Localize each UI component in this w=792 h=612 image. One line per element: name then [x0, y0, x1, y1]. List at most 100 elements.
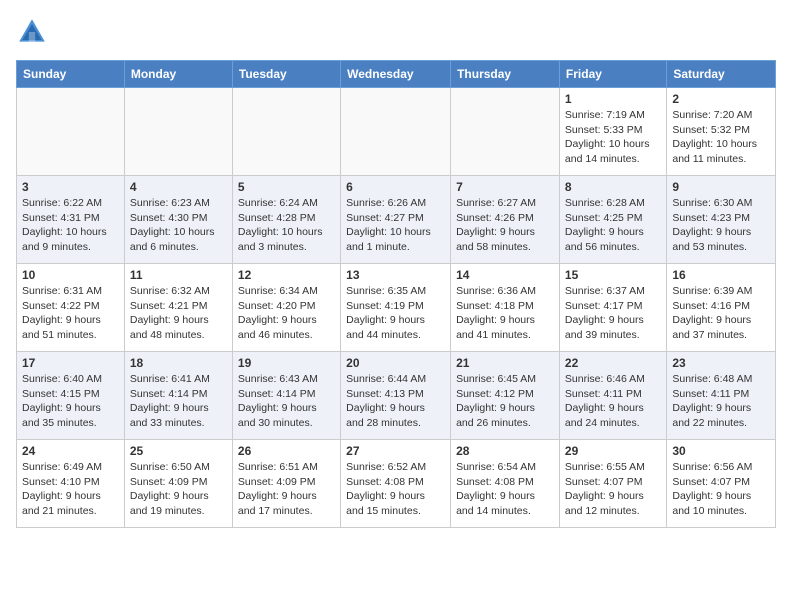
calendar: SundayMondayTuesdayWednesdayThursdayFrid… [16, 60, 776, 528]
day-number: 30 [672, 444, 770, 458]
day-cell: 26Sunrise: 6:51 AMSunset: 4:09 PMDayligh… [232, 440, 340, 528]
day-cell: 18 Sunrise: 6:41 AMSunset: 4:14 PMDayligh… [124, 352, 232, 440]
day-cell: 8 Sunrise: 6:28 AMSunset: 4:25 PMDaylight… [559, 176, 666, 264]
day-number: 6 [346, 180, 445, 194]
day-header-sunday: Sunday [17, 61, 125, 88]
day-cell: 21 Sunrise: 6:45 AMSunset: 4:12 PMDayligh… [451, 352, 560, 440]
day-number: 17 [22, 356, 119, 370]
day-cell: 4 Sunrise: 6:23 AMSunset: 4:30 PMDaylight… [124, 176, 232, 264]
day-cell: 2 Sunrise: 7:20 AMSunset: 5:32 PMDaylight… [667, 88, 776, 176]
day-cell: 1 Sunrise: 7:19 AMSunset: 5:33 PMDaylight… [559, 88, 666, 176]
day-detail: Sunrise: 6:55 AMSunset: 4:07 PMDaylight:… [565, 460, 661, 519]
day-cell: 13 Sunrise: 6:35 AMSunset: 4:19 PMDayligh… [341, 264, 451, 352]
day-cell: 6 Sunrise: 6:26 AMSunset: 4:27 PMDaylight… [341, 176, 451, 264]
header [16, 16, 776, 48]
day-number: 29 [565, 444, 661, 458]
day-cell: 7 Sunrise: 6:27 AMSunset: 4:26 PMDaylight… [451, 176, 560, 264]
day-detail: Sunrise: 6:37 AMSunset: 4:17 PMDaylight:… [565, 284, 661, 343]
day-detail: Sunrise: 6:26 AMSunset: 4:27 PMDaylight:… [346, 196, 445, 255]
day-number: 1 [565, 92, 661, 106]
day-cell: 25 Sunrise: 6:50 AMSunset: 4:09 PMDayligh… [124, 440, 232, 528]
day-detail: Sunrise: 6:35 AMSunset: 4:19 PMDaylight:… [346, 284, 445, 343]
day-cell: 20 Sunrise: 6:44 AMSunset: 4:13 PMDayligh… [341, 352, 451, 440]
day-header-tuesday: Tuesday [232, 61, 340, 88]
logo [16, 16, 52, 48]
day-number: 3 [22, 180, 119, 194]
day-number: 26 [238, 444, 335, 458]
day-cell: 9Sunrise: 6:30 AMSunset: 4:23 PMDaylight… [667, 176, 776, 264]
day-cell: 16 Sunrise: 6:39 AMSunset: 4:16 PMDayligh… [667, 264, 776, 352]
day-cell: 3 Sunrise: 6:22 AMSunset: 4:31 PMDaylight… [17, 176, 125, 264]
day-cell: 19Sunrise: 6:43 AMSunset: 4:14 PMDayligh… [232, 352, 340, 440]
day-number: 12 [238, 268, 335, 282]
day-cell: 17 Sunrise: 6:40 AMSunset: 4:15 PMDayligh… [17, 352, 125, 440]
day-detail: Sunrise: 6:49 AMSunset: 4:10 PMDaylight:… [22, 460, 119, 519]
day-detail: Sunrise: 6:40 AMSunset: 4:15 PMDaylight:… [22, 372, 119, 431]
day-number: 25 [130, 444, 227, 458]
day-cell: 10 Sunrise: 6:31 AMSunset: 4:22 PMDayligh… [17, 264, 125, 352]
day-detail: Sunrise: 6:39 AMSunset: 4:16 PMDaylight:… [672, 284, 770, 343]
day-cell [17, 88, 125, 176]
day-detail: Sunrise: 6:27 AMSunset: 4:26 PMDaylight:… [456, 196, 554, 255]
day-cell: 27 Sunrise: 6:52 AMSunset: 4:08 PMDayligh… [341, 440, 451, 528]
day-number: 28 [456, 444, 554, 458]
day-detail: Sunrise: 6:46 AMSunset: 4:11 PMDaylight:… [565, 372, 661, 431]
day-number: 22 [565, 356, 661, 370]
day-number: 21 [456, 356, 554, 370]
day-detail: Sunrise: 6:45 AMSunset: 4:12 PMDaylight:… [456, 372, 554, 431]
days-of-week-row: SundayMondayTuesdayWednesdayThursdayFrid… [17, 61, 776, 88]
day-cell: 5Sunrise: 6:24 AMSunset: 4:28 PMDaylight… [232, 176, 340, 264]
day-cell: 24 Sunrise: 6:49 AMSunset: 4:10 PMDayligh… [17, 440, 125, 528]
day-number: 24 [22, 444, 119, 458]
calendar-body: 1 Sunrise: 7:19 AMSunset: 5:33 PMDaylight… [17, 88, 776, 528]
week-row-1: 3 Sunrise: 6:22 AMSunset: 4:31 PMDaylight… [17, 176, 776, 264]
day-number: 13 [346, 268, 445, 282]
day-cell: 22 Sunrise: 6:46 AMSunset: 4:11 PMDayligh… [559, 352, 666, 440]
day-number: 11 [130, 268, 227, 282]
week-row-2: 10 Sunrise: 6:31 AMSunset: 4:22 PMDayligh… [17, 264, 776, 352]
day-detail: Sunrise: 6:28 AMSunset: 4:25 PMDaylight:… [565, 196, 661, 255]
day-detail: Sunrise: 7:20 AMSunset: 5:32 PMDaylight:… [672, 108, 770, 167]
day-detail: Sunrise: 6:48 AMSunset: 4:11 PMDaylight:… [672, 372, 770, 431]
day-detail: Sunrise: 6:22 AMSunset: 4:31 PMDaylight:… [22, 196, 119, 255]
day-number: 2 [672, 92, 770, 106]
day-number: 18 [130, 356, 227, 370]
day-detail: Sunrise: 6:56 AMSunset: 4:07 PMDaylight:… [672, 460, 770, 519]
day-detail: Sunrise: 6:52 AMSunset: 4:08 PMDaylight:… [346, 460, 445, 519]
day-number: 10 [22, 268, 119, 282]
week-row-3: 17 Sunrise: 6:40 AMSunset: 4:15 PMDayligh… [17, 352, 776, 440]
day-detail: Sunrise: 6:23 AMSunset: 4:30 PMDaylight:… [130, 196, 227, 255]
day-cell [341, 88, 451, 176]
day-number: 27 [346, 444, 445, 458]
day-detail: Sunrise: 6:31 AMSunset: 4:22 PMDaylight:… [22, 284, 119, 343]
day-number: 15 [565, 268, 661, 282]
day-number: 16 [672, 268, 770, 282]
day-number: 8 [565, 180, 661, 194]
day-header-wednesday: Wednesday [341, 61, 451, 88]
day-header-friday: Friday [559, 61, 666, 88]
day-detail: Sunrise: 6:44 AMSunset: 4:13 PMDaylight:… [346, 372, 445, 431]
week-row-0: 1 Sunrise: 7:19 AMSunset: 5:33 PMDaylight… [17, 88, 776, 176]
day-detail: Sunrise: 6:36 AMSunset: 4:18 PMDaylight:… [456, 284, 554, 343]
day-number: 19 [238, 356, 335, 370]
day-cell: 30 Sunrise: 6:56 AMSunset: 4:07 PMDayligh… [667, 440, 776, 528]
day-cell: 28Sunrise: 6:54 AMSunset: 4:08 PMDayligh… [451, 440, 560, 528]
day-cell [124, 88, 232, 176]
day-detail: Sunrise: 6:32 AMSunset: 4:21 PMDaylight:… [130, 284, 227, 343]
day-cell [451, 88, 560, 176]
day-cell: 11 Sunrise: 6:32 AMSunset: 4:21 PMDayligh… [124, 264, 232, 352]
day-detail: Sunrise: 6:50 AMSunset: 4:09 PMDaylight:… [130, 460, 227, 519]
day-number: 4 [130, 180, 227, 194]
day-number: 5 [238, 180, 335, 194]
day-header-saturday: Saturday [667, 61, 776, 88]
day-detail: Sunrise: 6:41 AMSunset: 4:14 PMDaylight:… [130, 372, 227, 431]
day-cell: 29 Sunrise: 6:55 AMSunset: 4:07 PMDayligh… [559, 440, 666, 528]
day-number: 14 [456, 268, 554, 282]
day-cell [232, 88, 340, 176]
day-header-monday: Monday [124, 61, 232, 88]
day-number: 7 [456, 180, 554, 194]
day-number: 20 [346, 356, 445, 370]
day-cell: 23 Sunrise: 6:48 AMSunset: 4:11 PMDayligh… [667, 352, 776, 440]
day-number: 23 [672, 356, 770, 370]
day-detail: Sunrise: 7:19 AMSunset: 5:33 PMDaylight:… [565, 108, 661, 167]
